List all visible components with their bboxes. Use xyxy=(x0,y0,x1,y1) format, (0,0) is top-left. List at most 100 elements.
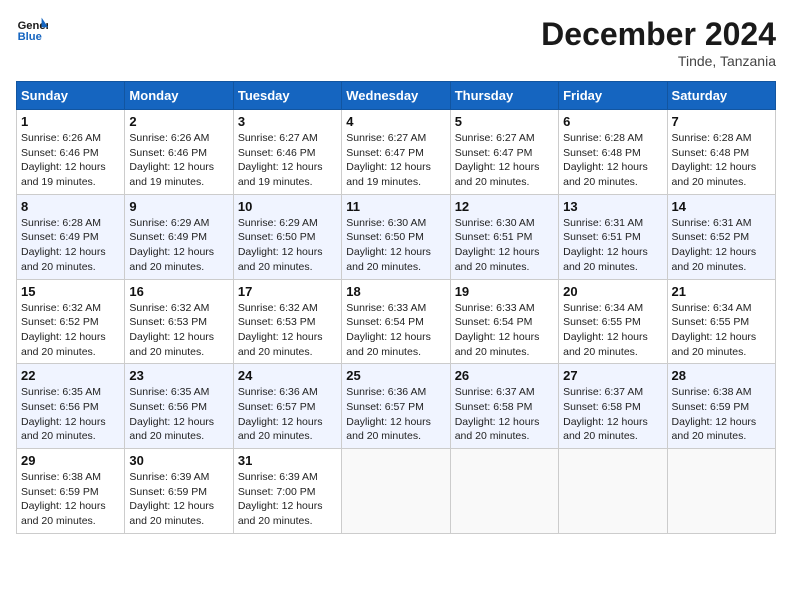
day-number: 10 xyxy=(238,199,337,214)
day-info: Sunrise: 6:28 AMSunset: 6:49 PMDaylight:… xyxy=(21,216,120,275)
table-row xyxy=(667,449,775,534)
calendar-week-row: 22 Sunrise: 6:35 AMSunset: 6:56 PMDaylig… xyxy=(17,364,776,449)
logo: General Blue xyxy=(16,16,48,44)
day-info: Sunrise: 6:39 AMSunset: 6:59 PMDaylight:… xyxy=(129,470,228,529)
day-info: Sunrise: 6:38 AMSunset: 6:59 PMDaylight:… xyxy=(672,385,771,444)
day-number: 15 xyxy=(21,284,120,299)
day-number: 16 xyxy=(129,284,228,299)
day-info: Sunrise: 6:37 AMSunset: 6:58 PMDaylight:… xyxy=(455,385,554,444)
day-info: Sunrise: 6:28 AMSunset: 6:48 PMDaylight:… xyxy=(563,131,662,190)
logo-icon: General Blue xyxy=(16,16,48,44)
table-row: 26 Sunrise: 6:37 AMSunset: 6:58 PMDaylig… xyxy=(450,364,558,449)
day-number: 18 xyxy=(346,284,445,299)
table-row: 2 Sunrise: 6:26 AMSunset: 6:46 PMDayligh… xyxy=(125,110,233,195)
title-block: December 2024 Tinde, Tanzania xyxy=(541,16,776,69)
day-number: 27 xyxy=(563,368,662,383)
table-row xyxy=(559,449,667,534)
day-info: Sunrise: 6:29 AMSunset: 6:50 PMDaylight:… xyxy=(238,216,337,275)
header-row: Sunday Monday Tuesday Wednesday Thursday… xyxy=(17,82,776,110)
col-friday: Friday xyxy=(559,82,667,110)
day-info: Sunrise: 6:32 AMSunset: 6:52 PMDaylight:… xyxy=(21,301,120,360)
table-row: 12 Sunrise: 6:30 AMSunset: 6:51 PMDaylig… xyxy=(450,194,558,279)
table-row: 7 Sunrise: 6:28 AMSunset: 6:48 PMDayligh… xyxy=(667,110,775,195)
table-row: 11 Sunrise: 6:30 AMSunset: 6:50 PMDaylig… xyxy=(342,194,450,279)
table-row: 16 Sunrise: 6:32 AMSunset: 6:53 PMDaylig… xyxy=(125,279,233,364)
day-number: 5 xyxy=(455,114,554,129)
day-number: 23 xyxy=(129,368,228,383)
day-number: 17 xyxy=(238,284,337,299)
table-row: 24 Sunrise: 6:36 AMSunset: 6:57 PMDaylig… xyxy=(233,364,341,449)
day-info: Sunrise: 6:30 AMSunset: 6:50 PMDaylight:… xyxy=(346,216,445,275)
day-info: Sunrise: 6:39 AMSunset: 7:00 PMDaylight:… xyxy=(238,470,337,529)
col-tuesday: Tuesday xyxy=(233,82,341,110)
table-row: 14 Sunrise: 6:31 AMSunset: 6:52 PMDaylig… xyxy=(667,194,775,279)
day-info: Sunrise: 6:26 AMSunset: 6:46 PMDaylight:… xyxy=(129,131,228,190)
day-number: 6 xyxy=(563,114,662,129)
day-number: 19 xyxy=(455,284,554,299)
table-row: 5 Sunrise: 6:27 AMSunset: 6:47 PMDayligh… xyxy=(450,110,558,195)
day-number: 13 xyxy=(563,199,662,214)
day-number: 8 xyxy=(21,199,120,214)
day-info: Sunrise: 6:30 AMSunset: 6:51 PMDaylight:… xyxy=(455,216,554,275)
day-info: Sunrise: 6:29 AMSunset: 6:49 PMDaylight:… xyxy=(129,216,228,275)
day-number: 14 xyxy=(672,199,771,214)
day-info: Sunrise: 6:32 AMSunset: 6:53 PMDaylight:… xyxy=(129,301,228,360)
table-row: 8 Sunrise: 6:28 AMSunset: 6:49 PMDayligh… xyxy=(17,194,125,279)
day-info: Sunrise: 6:26 AMSunset: 6:46 PMDaylight:… xyxy=(21,131,120,190)
col-monday: Monday xyxy=(125,82,233,110)
day-number: 28 xyxy=(672,368,771,383)
day-info: Sunrise: 6:35 AMSunset: 6:56 PMDaylight:… xyxy=(21,385,120,444)
day-number: 1 xyxy=(21,114,120,129)
day-number: 11 xyxy=(346,199,445,214)
day-number: 4 xyxy=(346,114,445,129)
table-row: 30 Sunrise: 6:39 AMSunset: 6:59 PMDaylig… xyxy=(125,449,233,534)
month-title: December 2024 xyxy=(541,16,776,53)
day-number: 21 xyxy=(672,284,771,299)
svg-text:Blue: Blue xyxy=(18,31,42,43)
table-row: 13 Sunrise: 6:31 AMSunset: 6:51 PMDaylig… xyxy=(559,194,667,279)
table-row: 28 Sunrise: 6:38 AMSunset: 6:59 PMDaylig… xyxy=(667,364,775,449)
day-number: 7 xyxy=(672,114,771,129)
day-number: 9 xyxy=(129,199,228,214)
day-info: Sunrise: 6:33 AMSunset: 6:54 PMDaylight:… xyxy=(346,301,445,360)
table-row: 1 Sunrise: 6:26 AMSunset: 6:46 PMDayligh… xyxy=(17,110,125,195)
day-info: Sunrise: 6:37 AMSunset: 6:58 PMDaylight:… xyxy=(563,385,662,444)
table-row: 18 Sunrise: 6:33 AMSunset: 6:54 PMDaylig… xyxy=(342,279,450,364)
day-number: 22 xyxy=(21,368,120,383)
page-header: General Blue December 2024 Tinde, Tanzan… xyxy=(16,16,776,69)
table-row: 9 Sunrise: 6:29 AMSunset: 6:49 PMDayligh… xyxy=(125,194,233,279)
day-info: Sunrise: 6:27 AMSunset: 6:46 PMDaylight:… xyxy=(238,131,337,190)
day-number: 24 xyxy=(238,368,337,383)
day-info: Sunrise: 6:35 AMSunset: 6:56 PMDaylight:… xyxy=(129,385,228,444)
table-row: 21 Sunrise: 6:34 AMSunset: 6:55 PMDaylig… xyxy=(667,279,775,364)
table-row: 4 Sunrise: 6:27 AMSunset: 6:47 PMDayligh… xyxy=(342,110,450,195)
table-row: 20 Sunrise: 6:34 AMSunset: 6:55 PMDaylig… xyxy=(559,279,667,364)
location: Tinde, Tanzania xyxy=(541,53,776,69)
day-number: 31 xyxy=(238,453,337,468)
table-row: 3 Sunrise: 6:27 AMSunset: 6:46 PMDayligh… xyxy=(233,110,341,195)
table-row: 17 Sunrise: 6:32 AMSunset: 6:53 PMDaylig… xyxy=(233,279,341,364)
calendar-table: Sunday Monday Tuesday Wednesday Thursday… xyxy=(16,81,776,534)
table-row: 15 Sunrise: 6:32 AMSunset: 6:52 PMDaylig… xyxy=(17,279,125,364)
day-number: 2 xyxy=(129,114,228,129)
day-info: Sunrise: 6:38 AMSunset: 6:59 PMDaylight:… xyxy=(21,470,120,529)
day-info: Sunrise: 6:31 AMSunset: 6:51 PMDaylight:… xyxy=(563,216,662,275)
table-row: 31 Sunrise: 6:39 AMSunset: 7:00 PMDaylig… xyxy=(233,449,341,534)
col-thursday: Thursday xyxy=(450,82,558,110)
day-info: Sunrise: 6:36 AMSunset: 6:57 PMDaylight:… xyxy=(346,385,445,444)
day-number: 12 xyxy=(455,199,554,214)
table-row: 29 Sunrise: 6:38 AMSunset: 6:59 PMDaylig… xyxy=(17,449,125,534)
day-info: Sunrise: 6:34 AMSunset: 6:55 PMDaylight:… xyxy=(672,301,771,360)
day-info: Sunrise: 6:28 AMSunset: 6:48 PMDaylight:… xyxy=(672,131,771,190)
table-row: 27 Sunrise: 6:37 AMSunset: 6:58 PMDaylig… xyxy=(559,364,667,449)
table-row: 23 Sunrise: 6:35 AMSunset: 6:56 PMDaylig… xyxy=(125,364,233,449)
col-saturday: Saturday xyxy=(667,82,775,110)
calendar-week-row: 1 Sunrise: 6:26 AMSunset: 6:46 PMDayligh… xyxy=(17,110,776,195)
calendar-week-row: 8 Sunrise: 6:28 AMSunset: 6:49 PMDayligh… xyxy=(17,194,776,279)
calendar-week-row: 29 Sunrise: 6:38 AMSunset: 6:59 PMDaylig… xyxy=(17,449,776,534)
calendar-week-row: 15 Sunrise: 6:32 AMSunset: 6:52 PMDaylig… xyxy=(17,279,776,364)
col-wednesday: Wednesday xyxy=(342,82,450,110)
day-number: 26 xyxy=(455,368,554,383)
day-info: Sunrise: 6:36 AMSunset: 6:57 PMDaylight:… xyxy=(238,385,337,444)
day-number: 20 xyxy=(563,284,662,299)
